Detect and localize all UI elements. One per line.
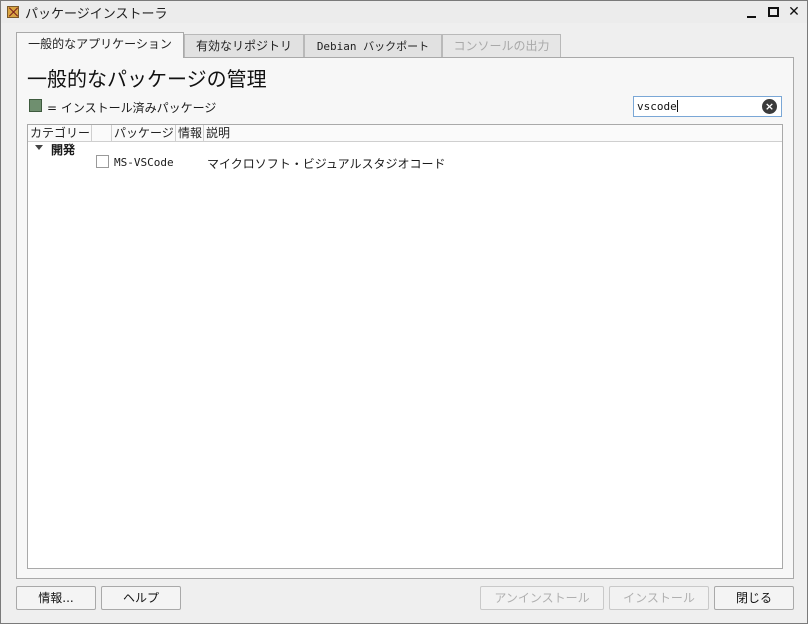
- help-button[interactable]: ヘルプ: [101, 586, 181, 610]
- package-name[interactable]: MS-VSCode: [114, 156, 174, 169]
- uninstall-button-label: アンインストール: [494, 591, 590, 605]
- close-button-label: 閉じる: [735, 591, 772, 605]
- column-header-package[interactable]: パッケージ: [112, 125, 176, 142]
- help-button-label: ヘルプ: [122, 591, 159, 605]
- tab-debian-backports[interactable]: Debian バックポート: [304, 34, 442, 57]
- tab-label: コンソールの出力: [453, 39, 550, 53]
- tab-enabled-repositories[interactable]: 有効なリポジトリ: [184, 34, 304, 57]
- window-title: パッケージインストーラ: [25, 7, 168, 22]
- clear-icon[interactable]: ×: [762, 99, 777, 114]
- package-description[interactable]: マイクロソフト・ビジュアルスタジオコード: [207, 155, 446, 172]
- maximize-icon[interactable]: [767, 5, 781, 19]
- page-title: 一般的なパッケージの管理: [27, 67, 267, 91]
- info-button-label: 情報...: [38, 591, 74, 605]
- app-icon: [7, 6, 19, 18]
- installed-legend-label: = インストール済みパッケージ: [47, 101, 217, 115]
- uninstall-button[interactable]: アンインストール: [480, 586, 604, 610]
- install-button[interactable]: インストール: [609, 586, 709, 610]
- package-installer-window: パッケージインストーラ ✕ 一般的なアプリケーション 有効なリポジトリ Debi…: [0, 0, 808, 624]
- close-window-icon[interactable]: ✕: [787, 5, 801, 19]
- install-button-label: インストール: [623, 591, 695, 605]
- column-header-description[interactable]: 説明: [204, 125, 782, 142]
- search-input[interactable]: vscode ×: [633, 96, 782, 117]
- category-row-label[interactable]: 開発: [51, 141, 75, 158]
- info-button[interactable]: 情報...: [16, 586, 96, 610]
- installed-legend-swatch: [29, 99, 42, 112]
- tab-label: Debian バックポート: [316, 40, 430, 53]
- tab-label: 一般的なアプリケーション: [28, 37, 172, 51]
- tab-label: 有効なリポジトリ: [195, 39, 292, 53]
- search-value: vscode: [637, 100, 678, 113]
- tab-console-output: コンソールの出力: [442, 34, 561, 57]
- tab-general-applications[interactable]: 一般的なアプリケーション: [16, 32, 184, 58]
- column-header-category[interactable]: カテゴリー: [28, 125, 92, 142]
- package-checkbox[interactable]: [96, 155, 109, 168]
- column-header-info[interactable]: 情報: [176, 125, 204, 142]
- package-tree[interactable]: カテゴリー パッケージ 情報 説明 開発 MS-VSCode マイクロソフト・ビ…: [27, 124, 783, 569]
- minimize-icon[interactable]: [745, 5, 759, 19]
- column-header-status[interactable]: [92, 125, 112, 142]
- expander-down-icon[interactable]: [35, 145, 43, 150]
- close-button[interactable]: 閉じる: [714, 586, 794, 610]
- titlebar: パッケージインストーラ ✕: [1, 1, 807, 23]
